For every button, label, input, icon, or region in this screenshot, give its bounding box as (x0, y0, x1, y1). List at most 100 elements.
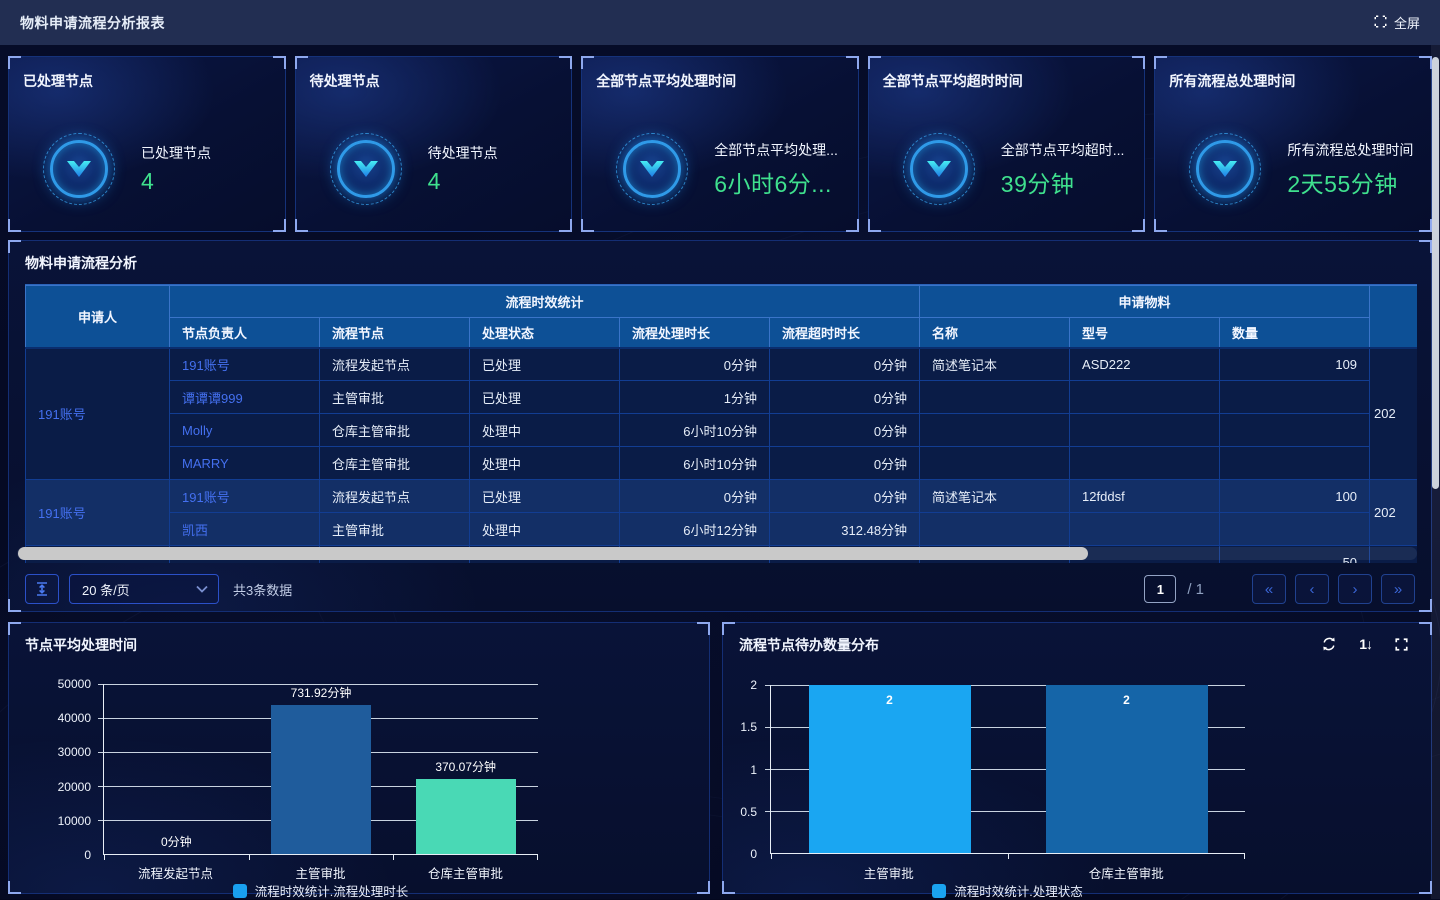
material-name-cell (920, 414, 1070, 447)
x-axis-label: 仓库主管审批 (1008, 863, 1246, 882)
x-axis-label: 流程发起节点 (103, 863, 248, 882)
chart-title: 流程节点待办数量分布 (739, 635, 879, 655)
bar-warehouse-approval[interactable]: 2 (1046, 685, 1208, 853)
status-cell: 处理中 (470, 447, 620, 480)
fullscreen-chart-icon[interactable] (1394, 637, 1409, 652)
legend-swatch (932, 884, 946, 898)
y-tick: 10000 (58, 814, 91, 828)
material-name-cell: 简述笔记本 (920, 480, 1070, 513)
next-page-button[interactable]: › (1338, 574, 1372, 604)
page-size-select[interactable]: 20 条/页 (69, 574, 219, 604)
owner-link[interactable]: 191账号 (170, 348, 320, 381)
legend-label: 流程时效统计.处理状态 (954, 881, 1082, 900)
kpi-card-title: 全部节点平均处理时间 (596, 71, 736, 91)
prev-page-button[interactable]: ‹ (1295, 574, 1329, 604)
model-cell (1070, 414, 1220, 447)
scrollbar-thumb[interactable] (18, 547, 1088, 560)
duration-cell: 6小时10分钟 (620, 447, 770, 480)
bar-category: 2 (1008, 685, 1245, 853)
col-header-overtime: 流程超时时长 (770, 318, 920, 348)
bar-category: 731.92分钟 (249, 684, 394, 854)
kpi-card-avg-process-time: 全部节点平均处理时间 全部节点平均处理... 6小时6分... (581, 56, 859, 232)
node-cell: 主管审批 (320, 381, 470, 414)
kpi-value: 39分钟 (1001, 165, 1125, 199)
bar-value-label: 731.92分钟 (291, 684, 352, 701)
pagination-bar: 20 条/页 共3条数据 / 1 « ‹ › » (25, 573, 1415, 605)
owner-link[interactable]: MARRY (170, 447, 320, 480)
sort-order-icon[interactable]: 1↓ (1359, 636, 1372, 652)
bar-value-label: 0分钟 (161, 833, 192, 850)
table-row: 凯西 主管审批 处理中 6小时12分钟 312.48分钟 (26, 513, 1418, 546)
last-page-button[interactable]: » (1381, 574, 1415, 604)
node-cell: 流程发起节点 (320, 348, 470, 381)
status-cell: 处理中 (470, 414, 620, 447)
bar-chart-plot: 0分钟 731.92分钟 370.07分钟 (103, 684, 538, 855)
page-vertical-scrollbar[interactable] (1431, 45, 1440, 899)
col-header-applicant: 申请人 (26, 286, 170, 348)
bar-value-label: 2 (809, 693, 971, 707)
top-bar: 物料申请流程分析报表 全屏 (0, 0, 1440, 45)
kpi-label: 全部节点平均超时... (1001, 140, 1125, 160)
kpi-card-total-time: 所有流程总处理时间 所有流程总处理时间 2天55分钟 (1154, 56, 1432, 232)
y-tick: 30000 (58, 745, 91, 759)
bar-manager-approval[interactable] (271, 705, 371, 854)
bar-value-label: 370.07分钟 (435, 758, 496, 775)
col-header-owner: 节点负责人 (170, 318, 320, 348)
applicant-link[interactable]: 191账号 (26, 348, 170, 480)
kpi-value: 4 (428, 168, 498, 195)
owner-link[interactable]: Molly (170, 414, 320, 447)
kpi-card-title: 待处理节点 (310, 71, 380, 91)
legend-label: 流程时效统计.流程处理时长 (255, 881, 408, 900)
fullscreen-button[interactable]: 全屏 (1373, 13, 1420, 32)
model-cell: 12fddsf (1070, 480, 1220, 513)
page-title: 物料申请流程分析报表 (20, 13, 165, 33)
y-tick: 2 (750, 678, 757, 692)
y-tick: 20000 (58, 780, 91, 794)
kpi-label: 全部节点平均处理... (714, 140, 838, 160)
kpi-card-title: 所有流程总处理时间 (1169, 71, 1295, 91)
scrollbar-thumb[interactable] (1432, 57, 1439, 489)
duration-cell: 0分钟 (620, 348, 770, 381)
owner-link[interactable]: 191账号 (170, 480, 320, 513)
kpi-chevron-badge-icon (330, 133, 402, 205)
col-header-name: 名称 (920, 318, 1070, 348)
bar-manager-approval[interactable]: 2 (809, 685, 971, 853)
table-section-title: 物料申请流程分析 (25, 253, 137, 273)
applicant-link[interactable]: 191账号 (26, 480, 170, 546)
chart-legend[interactable]: 流程时效统计.处理状态 (770, 881, 1245, 900)
col-group-timeliness: 流程时效统计 (170, 286, 920, 318)
owner-link[interactable]: 谭谭谭999 (170, 381, 320, 414)
qty-cell (1220, 447, 1370, 480)
node-cell: 流程发起节点 (320, 480, 470, 513)
fullscreen-label: 全屏 (1394, 13, 1420, 32)
first-page-button[interactable]: « (1252, 574, 1286, 604)
refresh-icon[interactable] (1321, 636, 1337, 652)
kpi-value: 2天55分钟 (1287, 165, 1413, 199)
overtime-cell: 0分钟 (770, 447, 920, 480)
kpi-chevron-badge-icon (616, 133, 688, 205)
qty-cell (1220, 414, 1370, 447)
col-header-qty: 数量 (1220, 318, 1370, 348)
qty-cell: 109 (1220, 348, 1370, 381)
model-cell: ASD222 (1070, 348, 1220, 381)
current-page-input[interactable] (1144, 575, 1176, 603)
y-tick: 1.5 (740, 720, 757, 734)
chart-legend[interactable]: 流程时效统计.流程处理时长 (103, 881, 538, 900)
bar-warehouse-approval[interactable] (416, 779, 516, 854)
table-row: 谭谭谭999 主管审批 已处理 1分钟 0分钟 (26, 381, 1418, 414)
qty-cell (1220, 381, 1370, 414)
kpi-chevron-badge-icon (43, 133, 115, 205)
table-horizontal-scrollbar[interactable] (17, 547, 1417, 560)
overtime-cell: 0分钟 (770, 381, 920, 414)
chart-title: 节点平均处理时间 (25, 635, 137, 655)
y-tick: 1 (750, 763, 757, 777)
bar-category: 2 (771, 685, 1008, 853)
owner-link[interactable]: 凯西 (170, 513, 320, 546)
collapse-rows-button[interactable] (25, 574, 59, 604)
kpi-card-processed: 已处理节点 已处理节点 4 (8, 56, 286, 232)
fullscreen-icon (1373, 14, 1388, 32)
apply-time-cell: 202 (1370, 348, 1417, 480)
kpi-value: 6小时6分... (714, 165, 838, 199)
overtime-cell: 0分钟 (770, 480, 920, 513)
node-cell: 仓库主管审批 (320, 414, 470, 447)
